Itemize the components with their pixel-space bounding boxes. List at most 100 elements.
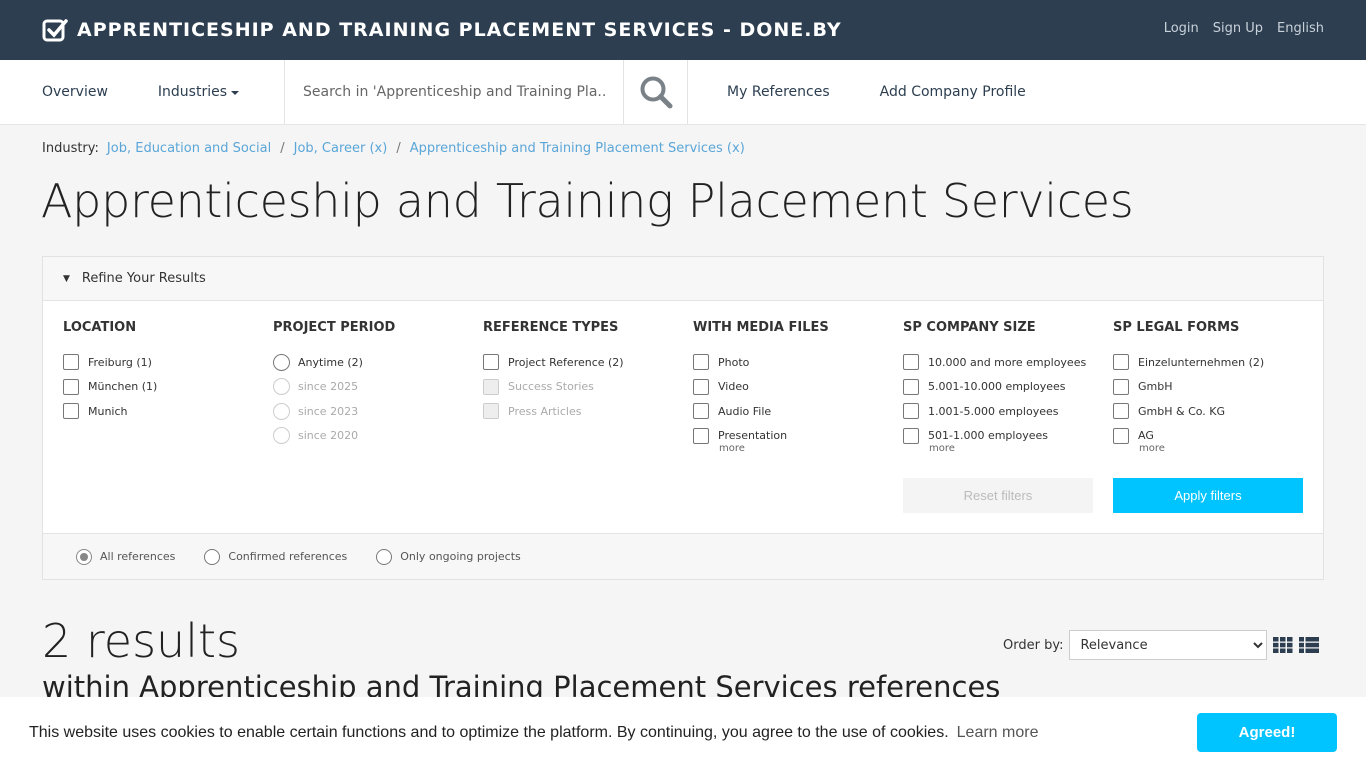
cookie-text: This website uses cookies to enable cert… bbox=[29, 723, 949, 741]
checkbox[interactable] bbox=[1113, 354, 1129, 371]
filter-project-period: PROJECT PERIOD Anytime (2) since 2025 si… bbox=[273, 320, 483, 454]
checkbox[interactable] bbox=[693, 403, 709, 420]
filter-company-size: SP COMPANY SIZE 10.000 and more employee… bbox=[903, 320, 1113, 454]
apply-filters-button[interactable]: Apply filters bbox=[1113, 478, 1303, 513]
breadcrumb: Industry: Job, Education and Social / Jo… bbox=[42, 141, 745, 156]
checkbox[interactable] bbox=[63, 354, 79, 371]
nav-overview[interactable]: Overview bbox=[0, 60, 133, 124]
checkbox[interactable] bbox=[693, 378, 709, 395]
checkbox[interactable] bbox=[903, 354, 919, 371]
filter-option[interactable]: Audio File bbox=[693, 399, 903, 424]
search-icon bbox=[640, 76, 673, 109]
filter-option[interactable]: Video bbox=[693, 375, 903, 400]
grid-view-icon[interactable] bbox=[1273, 637, 1293, 653]
more-link[interactable]: more bbox=[693, 443, 903, 454]
reset-filters-button[interactable]: Reset filters bbox=[903, 478, 1093, 513]
refine-title: Refine Your Results bbox=[81, 271, 206, 286]
option-label: 501-1.000 employees bbox=[928, 429, 1048, 443]
checkbox[interactable] bbox=[903, 403, 919, 420]
scope-confirmed-references[interactable]: Confirmed references bbox=[204, 548, 348, 565]
radio[interactable] bbox=[204, 548, 221, 565]
filter-heading: WITH MEDIA FILES bbox=[693, 320, 829, 335]
checkbox bbox=[483, 403, 499, 420]
option-label: Project Reference (2) bbox=[508, 355, 624, 369]
option-label: since 2025 bbox=[298, 380, 359, 394]
list-view-icon[interactable] bbox=[1299, 637, 1320, 653]
filter-option[interactable]: 5.001-10.000 employees bbox=[903, 375, 1113, 400]
checkbox-logo-icon[interactable] bbox=[42, 17, 68, 43]
radio bbox=[273, 378, 290, 396]
option-label: 5.001-10.000 employees bbox=[928, 380, 1066, 394]
checkbox[interactable] bbox=[693, 427, 709, 444]
nav-my-references[interactable]: My References bbox=[702, 60, 855, 124]
filter-option[interactable]: GmbH bbox=[1113, 375, 1323, 400]
option-label: All references bbox=[100, 550, 176, 563]
checkbox[interactable] bbox=[63, 378, 79, 395]
more-link[interactable]: more bbox=[1113, 443, 1323, 454]
filter-option[interactable]: Anytime (2) bbox=[273, 350, 483, 375]
option-label: Only ongoing projects bbox=[400, 550, 521, 563]
more-link[interactable]: more bbox=[903, 443, 1113, 454]
breadcrumb-item[interactable]: Job, Education and Social bbox=[107, 141, 271, 156]
option-label: Video bbox=[718, 380, 749, 394]
filter-option[interactable]: Photo bbox=[693, 350, 903, 375]
nav-add-company-profile[interactable]: Add Company Profile bbox=[855, 60, 1051, 124]
checkbox[interactable] bbox=[483, 354, 499, 371]
filter-option[interactable]: 1.001-5.000 employees bbox=[903, 399, 1113, 424]
signup-link[interactable]: Sign Up bbox=[1213, 21, 1263, 36]
filter-option[interactable]: München (1) bbox=[63, 375, 273, 400]
breadcrumb-separator: / bbox=[280, 141, 285, 156]
filter-option: since 2020 bbox=[273, 424, 483, 449]
cookie-accept-button[interactable]: Agreed! bbox=[1197, 713, 1337, 752]
checkbox[interactable] bbox=[1113, 403, 1129, 420]
breadcrumb-item[interactable]: Job, Career (x) bbox=[294, 141, 388, 156]
filter-option: since 2023 bbox=[273, 399, 483, 424]
checkbox[interactable] bbox=[1113, 427, 1129, 444]
filter-option[interactable]: Freiburg (1) bbox=[63, 350, 273, 375]
scope-all-references[interactable]: All references bbox=[76, 548, 176, 565]
filter-option: Press Articles bbox=[483, 399, 693, 424]
option-label: Confirmed references bbox=[228, 550, 348, 563]
learn-more-link[interactable]: Learn more bbox=[957, 724, 1039, 742]
filter-heading: SP LEGAL FORMS bbox=[1113, 320, 1240, 335]
brand-title[interactable]: APPRENTICESHIP AND TRAINING PLACEMENT SE… bbox=[77, 19, 842, 41]
option-label: GmbH & Co. KG bbox=[1138, 404, 1226, 418]
scope-ongoing-projects[interactable]: Only ongoing projects bbox=[376, 548, 521, 565]
radio bbox=[273, 427, 290, 445]
search-button[interactable] bbox=[624, 60, 687, 124]
order-label: Order by: bbox=[1003, 637, 1064, 653]
option-label: Freiburg (1) bbox=[88, 355, 152, 369]
checkbox[interactable] bbox=[903, 378, 919, 395]
login-link[interactable]: Login bbox=[1164, 21, 1199, 36]
checkbox[interactable] bbox=[1113, 378, 1129, 395]
nav-industries-dropdown[interactable]: Industries bbox=[133, 60, 264, 124]
radio[interactable] bbox=[76, 548, 92, 565]
search-input[interactable] bbox=[285, 60, 625, 124]
order-control: Order by: Relevance bbox=[1003, 630, 1320, 660]
option-label: Success Stories bbox=[508, 380, 594, 394]
filter-reference-types: REFERENCE TYPES Project Reference (2) Su… bbox=[483, 320, 693, 454]
refine-toggle[interactable]: ▼ Refine Your Results bbox=[43, 257, 1323, 301]
main-nav: Overview Industries My References Add Co… bbox=[0, 60, 1366, 125]
checkbox[interactable] bbox=[903, 427, 919, 444]
filter-option[interactable]: Project Reference (2) bbox=[483, 350, 693, 375]
filter-heading: SP COMPANY SIZE bbox=[903, 320, 1036, 335]
filter-option: Success Stories bbox=[483, 375, 693, 400]
option-label: Presentation bbox=[718, 429, 788, 443]
option-label: 1.001-5.000 employees bbox=[928, 404, 1059, 418]
option-label: AG bbox=[1138, 429, 1154, 443]
checkbox[interactable] bbox=[693, 354, 709, 371]
radio[interactable] bbox=[273, 353, 290, 371]
chevron-down-icon: ▼ bbox=[63, 273, 70, 284]
filter-option[interactable]: GmbH & Co. KG bbox=[1113, 399, 1323, 424]
language-link[interactable]: English bbox=[1277, 21, 1324, 36]
checkbox bbox=[483, 378, 499, 395]
filter-option[interactable]: Einzelunternehmen (2) bbox=[1113, 350, 1323, 375]
filter-option[interactable]: Munich bbox=[63, 399, 273, 424]
order-select[interactable]: Relevance bbox=[1069, 630, 1268, 660]
checkbox[interactable] bbox=[63, 403, 79, 420]
search-box bbox=[284, 60, 689, 124]
filter-option[interactable]: 10.000 and more employees bbox=[903, 350, 1113, 375]
radio[interactable] bbox=[376, 548, 393, 565]
breadcrumb-item[interactable]: Apprenticeship and Training Placement Se… bbox=[410, 141, 745, 156]
